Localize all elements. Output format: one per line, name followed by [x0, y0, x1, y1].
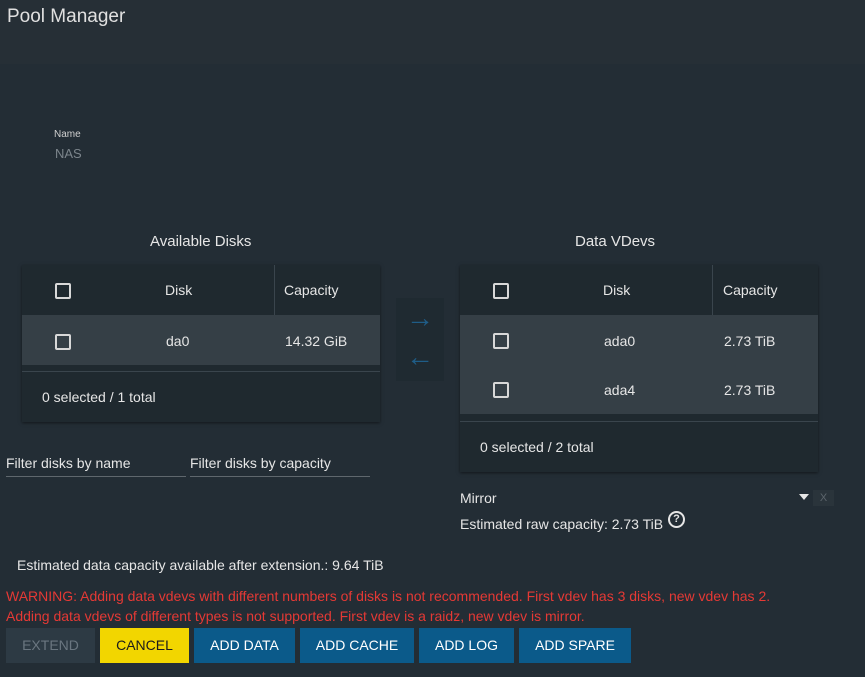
disk-capacity: 2.73 TiB — [724, 382, 776, 398]
table-row[interactable]: da0 14.32 GiB — [22, 315, 380, 365]
table-header: Disk Capacity — [22, 265, 380, 315]
warning-vdev-type: Adding data vdevs of different types is … — [6, 608, 585, 624]
add-cache-button[interactable]: ADD CACHE — [300, 628, 414, 663]
disk-name: da0 — [166, 333, 190, 349]
table-row[interactable]: ada0 2.73 TiB — [460, 315, 818, 365]
remove-vdev-button[interactable]: X — [813, 490, 834, 506]
available-disks-title: Available Disks — [150, 233, 252, 250]
filter-by-capacity-input[interactable]: Filter disks by capacity — [190, 455, 370, 477]
row-checkbox[interactable] — [55, 334, 71, 350]
page-title: Pool Manager — [7, 6, 126, 27]
arrow-left-icon[interactable]: ← — [396, 343, 444, 371]
disk-name: ada0 — [604, 333, 636, 349]
estimated-data-capacity: Estimated data capacity available after … — [17, 557, 384, 573]
data-vdevs-title: Data VDevs — [575, 233, 656, 250]
column-header-disk[interactable]: Disk — [165, 282, 192, 298]
add-spare-button[interactable]: ADD SPARE — [519, 628, 631, 663]
arrow-right-icon[interactable]: → — [396, 304, 444, 332]
add-data-button[interactable]: ADD DATA — [194, 628, 295, 663]
caret-down-icon[interactable] — [799, 494, 809, 500]
table-header: Disk Capacity — [460, 265, 818, 315]
help-circle-icon[interactable]: ? — [668, 511, 685, 528]
add-log-button[interactable]: ADD LOG — [419, 628, 514, 663]
select-all-checkbox[interactable] — [55, 283, 71, 299]
column-divider — [274, 265, 275, 315]
top-bar: Pool Manager — [0, 0, 865, 64]
table-row[interactable]: ada4 2.73 TiB — [460, 365, 818, 414]
disk-capacity: 2.73 TiB — [724, 333, 776, 349]
estimated-raw-capacity: Estimated raw capacity: 2.73 TiB — [460, 516, 664, 532]
warning-vdev-disk-count: WARNING: Adding data vdevs with differen… — [6, 588, 771, 604]
transfer-controls: → ← — [396, 298, 444, 381]
column-header-capacity[interactable]: Capacity — [284, 282, 338, 298]
extend-button[interactable]: EXTEND — [6, 628, 95, 663]
selection-count: 0 selected / 1 total — [42, 389, 156, 405]
select-all-checkbox[interactable] — [493, 283, 509, 299]
divider — [460, 421, 818, 422]
name-field[interactable]: NAS — [55, 146, 82, 161]
divider — [22, 371, 380, 372]
available-disks-table: Disk Capacity da0 14.32 GiB 0 selected /… — [22, 265, 380, 422]
row-checkbox[interactable] — [493, 333, 509, 349]
disk-name: ada4 — [604, 382, 636, 398]
cancel-button[interactable]: CANCEL — [100, 628, 189, 663]
column-divider — [712, 265, 713, 315]
filter-by-name-input[interactable]: Filter disks by name — [6, 455, 186, 477]
selection-count: 0 selected / 2 total — [480, 439, 594, 455]
disk-capacity: 14.32 GiB — [285, 333, 348, 349]
data-vdevs-table: Disk Capacity ada0 2.73 TiB ada4 2.73 Ti… — [460, 265, 818, 472]
vdev-layout-select[interactable]: Mirror — [460, 490, 497, 506]
row-checkbox[interactable] — [493, 382, 509, 398]
column-header-capacity[interactable]: Capacity — [723, 282, 777, 298]
column-header-disk[interactable]: Disk — [603, 282, 630, 298]
name-label: Name — [54, 129, 81, 140]
